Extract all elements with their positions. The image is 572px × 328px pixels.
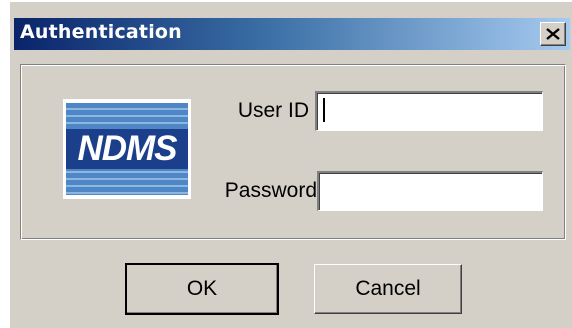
window-title: Authentication (20, 21, 182, 43)
cancel-button[interactable]: Cancel (314, 264, 462, 314)
logo-text: NDMS (77, 129, 177, 168)
password-input[interactable] (317, 171, 543, 211)
text-caret (323, 98, 325, 122)
authentication-dialog: Authentication NDMS User ID Password OK … (8, 0, 572, 328)
user-id-label: User ID (237, 99, 309, 122)
ndms-logo: NDMS (63, 99, 191, 199)
close-icon (546, 28, 560, 40)
credentials-group: NDMS User ID Password (20, 64, 566, 240)
ok-button[interactable]: OK (125, 263, 279, 315)
title-bar[interactable]: Authentication (14, 18, 570, 50)
close-button[interactable] (540, 22, 566, 46)
password-label: Password (224, 179, 317, 202)
user-id-input[interactable] (315, 91, 543, 131)
